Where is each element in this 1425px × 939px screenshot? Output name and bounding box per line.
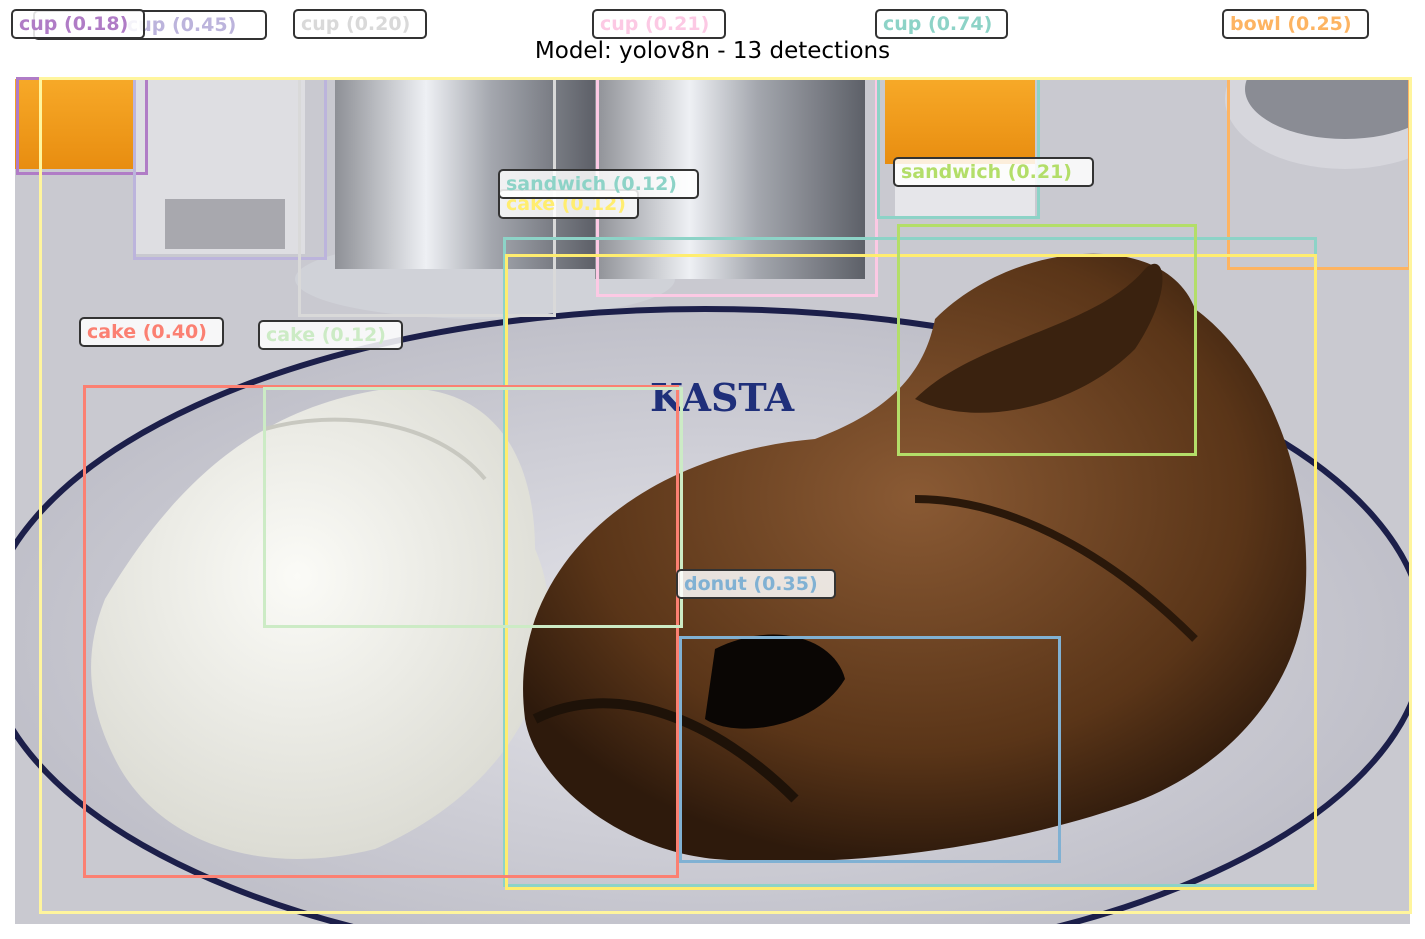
detection-label: cake (0.40) [79,317,224,347]
detection-label: bowl (0.25) [1222,9,1369,39]
detection-label: cup (0.21) [592,9,726,39]
detection-label: donut (0.35) [676,569,836,599]
detection-label: sandwich (0.21) [893,157,1094,187]
detection-label: cup (0.74) [875,9,1008,39]
detection-label: sandwich (0.12) [498,169,699,199]
detection-label: cake (0.12) [258,320,403,350]
detection-box-outer [39,77,1412,914]
figure-title: Model: yolov8n - 13 detections [534,38,891,64]
detection-label: cup (0.20) [293,9,427,39]
detection-label: cup (0.18) [11,9,145,39]
